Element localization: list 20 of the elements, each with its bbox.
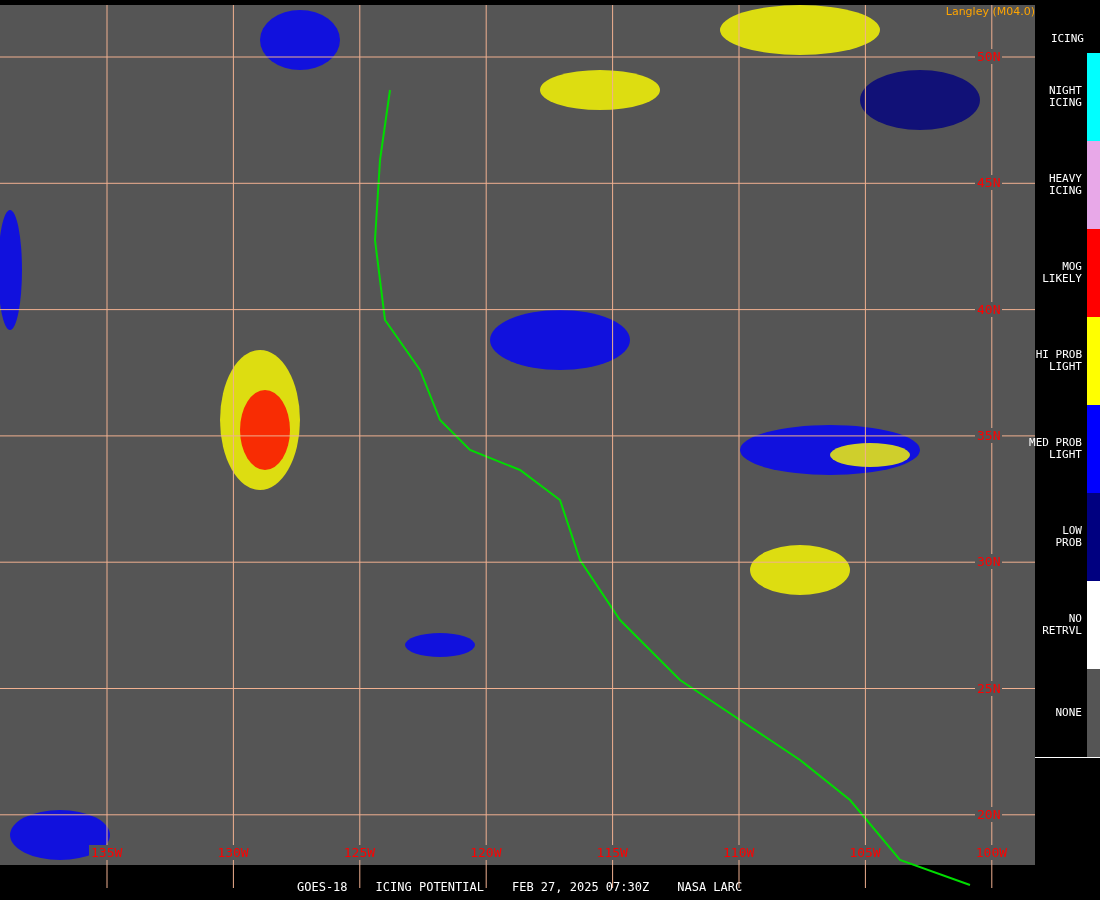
longitude-label: 110W — [721, 845, 757, 860]
source-credit: Langley (M04.0) — [945, 5, 1035, 18]
legend-label: MED PROB LIGHT — [1029, 437, 1083, 461]
caption-text: NASA LARC — [677, 881, 743, 893]
longitude-label: 120W — [468, 845, 504, 860]
legend-label: NO RETRVL — [1042, 613, 1083, 637]
latitude-label: 45N — [975, 175, 1003, 191]
legend-label: LOW PROB — [1055, 525, 1083, 549]
legend-label: NIGHT ICING — [1048, 85, 1083, 109]
legend-label: HI PROB LIGHT — [1035, 349, 1083, 373]
latitude-label: 50N — [975, 49, 1003, 64]
legend-label: NONE — [1055, 707, 1083, 719]
legend-label: MOG LIKELY — [1042, 261, 1083, 285]
caption-text: ICING POTENTIAL — [375, 881, 484, 893]
legend-title: ICING — [1049, 31, 1085, 47]
longitude-label: 135W — [89, 845, 125, 860]
caption-text: GOES-18 — [297, 881, 348, 893]
legend-label: HEAVY ICING — [1048, 173, 1083, 197]
latitude-label: 30N — [975, 554, 1003, 570]
caption-text: FEB 27, 2025 07:30Z — [511, 881, 650, 893]
